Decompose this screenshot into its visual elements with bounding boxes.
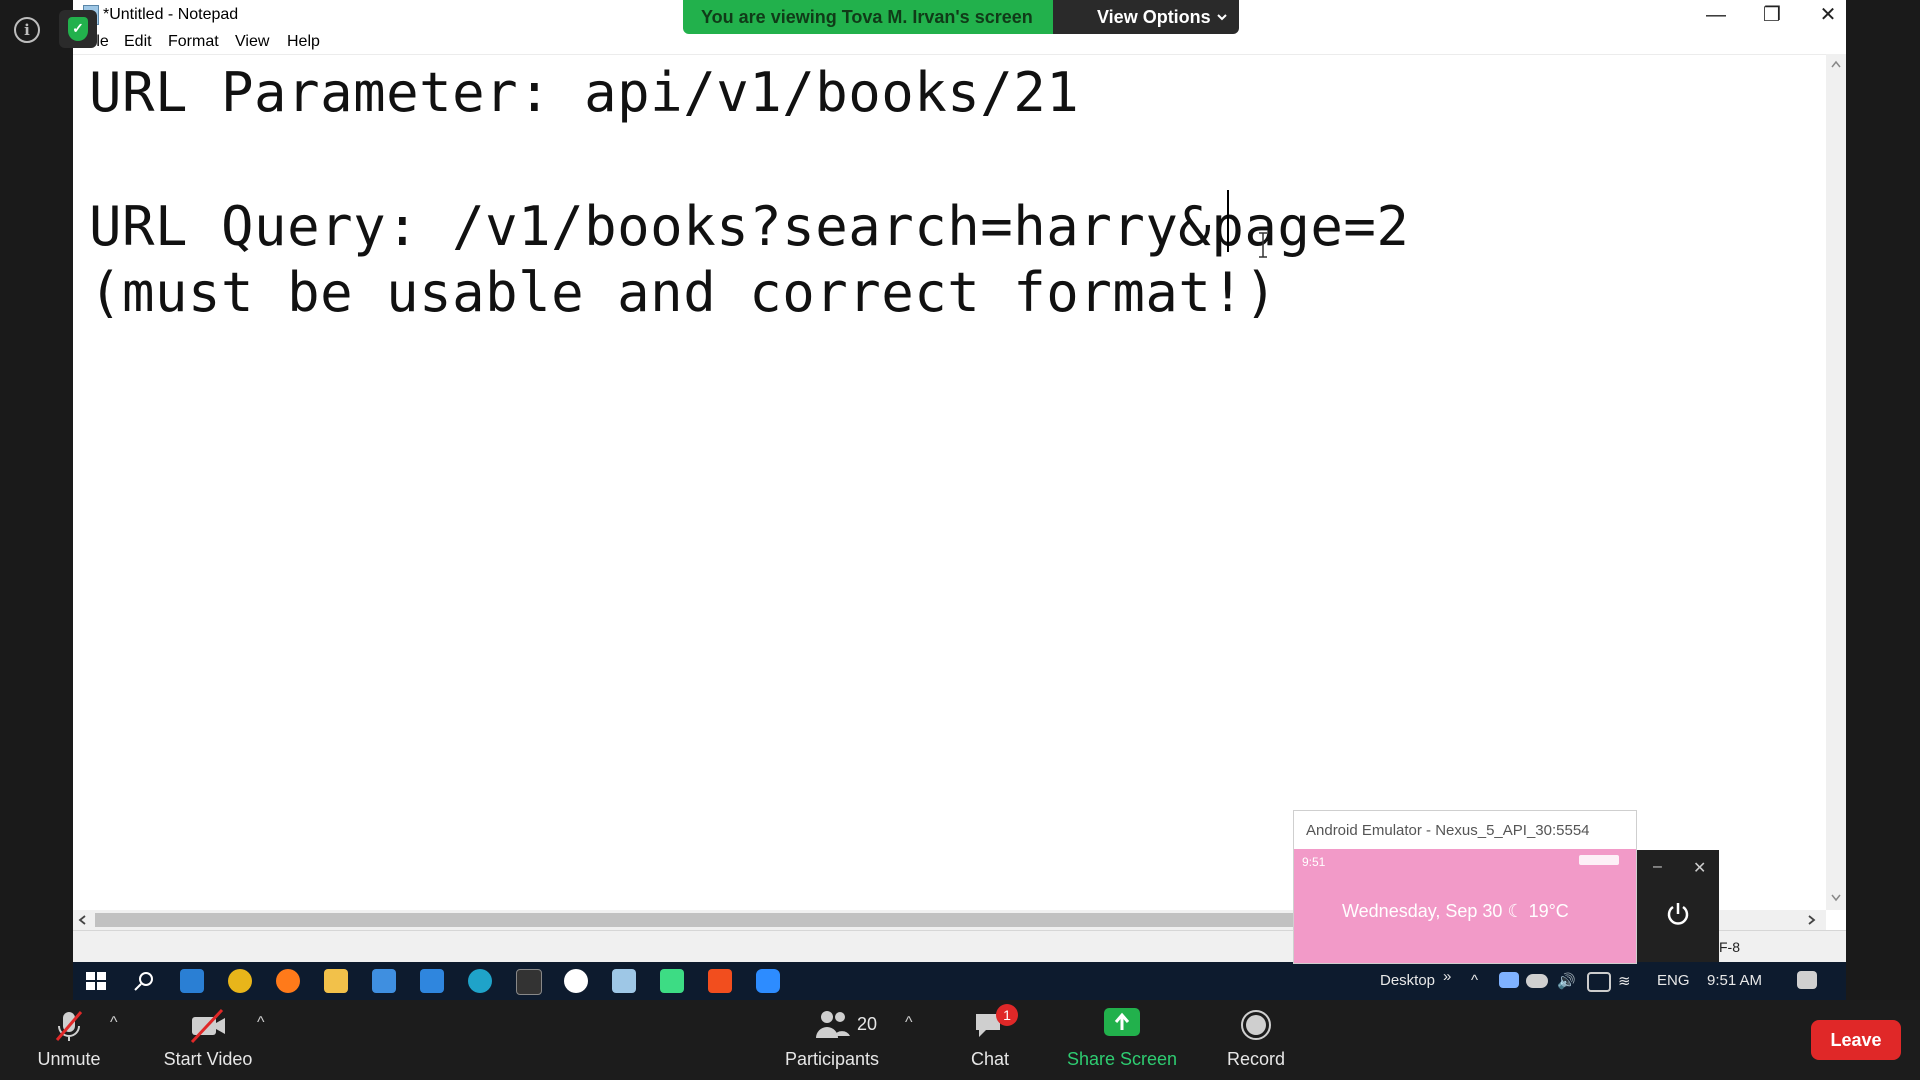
- chrome-icon[interactable]: [228, 969, 252, 993]
- windows-start-icon[interactable]: [84, 969, 108, 993]
- text-caret: [1227, 190, 1229, 252]
- minimize-icon[interactable]: —: [1688, 0, 1744, 30]
- menu-help[interactable]: Help: [287, 33, 320, 51]
- start-video-button[interactable]: Start Video: [150, 1000, 266, 1080]
- dropbox-icon[interactable]: [1499, 972, 1519, 988]
- participants-options-chevron-icon[interactable]: ^: [905, 1014, 913, 1032]
- firefox-icon[interactable]: [276, 969, 300, 993]
- participants-icon: [816, 1011, 850, 1038]
- mail-icon[interactable]: [420, 969, 444, 993]
- text-editor[interactable]: URL Parameter: api/v1/books/21 URL Query…: [73, 54, 1826, 911]
- record-icon: [1241, 1010, 1271, 1040]
- chat-label: Chat: [970, 1049, 1010, 1069]
- leave-button[interactable]: Leave: [1811, 1020, 1901, 1060]
- menu-view[interactable]: View: [235, 33, 269, 51]
- participants-label: Participants: [784, 1049, 880, 1069]
- desktop-toolbar-label[interactable]: Desktop: [1380, 972, 1435, 989]
- zoom-control-bar: Unmute ^ Start Video ^ 20 Participants ^…: [0, 1000, 1920, 1080]
- edge-icon[interactable]: [468, 969, 492, 993]
- screen-share-banner: You are viewing Tova M. Irvan's screen: [683, 0, 1053, 34]
- share-screen-icon: [1104, 1008, 1140, 1036]
- microphone-muted-icon: [55, 1011, 83, 1041]
- vertical-scrollbar[interactable]: [1826, 54, 1846, 910]
- unmute-label: Unmute: [37, 1049, 101, 1069]
- participants-count: 20: [857, 1014, 878, 1034]
- share-screen-label: Share Screen: [1066, 1049, 1178, 1069]
- taskbar-clock[interactable]: 9:51 AM: [1707, 972, 1762, 989]
- onedrive-icon[interactable]: [1526, 974, 1548, 988]
- info-icon[interactable]: i: [14, 17, 40, 43]
- menu-edit[interactable]: Edit: [124, 33, 152, 51]
- menu-format[interactable]: Format: [168, 33, 219, 51]
- zoom-app-icon[interactable]: [756, 969, 780, 993]
- power-icon[interactable]: [1664, 900, 1692, 928]
- close-icon[interactable]: ✕: [1693, 858, 1706, 878]
- github-desktop-icon[interactable]: [564, 969, 588, 993]
- search-icon[interactable]: [132, 969, 156, 993]
- chevron-up-icon[interactable]: ^: [1471, 972, 1478, 989]
- audio-options-chevron-icon[interactable]: ^: [110, 1014, 118, 1032]
- emulator-title: Android Emulator - Nexus_5_API_30:5554: [1306, 822, 1590, 839]
- emulator-date-weather: Wednesday, Sep 30 ☾ 19°C: [1342, 901, 1569, 921]
- close-icon[interactable]: ✕: [1800, 0, 1856, 30]
- chat-unread-badge: 1: [996, 1004, 1018, 1026]
- windows-taskbar: Desktop » ^ 🔊 ≋ ENG 9:51 AM: [73, 962, 1846, 1000]
- share-screen-button[interactable]: Share Screen: [1062, 1000, 1182, 1080]
- share-banner-text: You are viewing Tova M. Irvan's screen: [701, 7, 1033, 27]
- emulator-status-icons: [1579, 855, 1619, 865]
- zoom-left-strip: [0, 0, 73, 1000]
- editor-line-1: URL Parameter: api/v1/books/21: [89, 61, 1080, 124]
- participants-button[interactable]: 20 Participants: [776, 1000, 888, 1080]
- record-label: Record: [1226, 1049, 1286, 1069]
- ibeam-cursor-icon: [1259, 232, 1267, 258]
- android-studio-icon[interactable]: [660, 969, 684, 993]
- encoding-label: F-8: [1719, 939, 1740, 955]
- scroll-left-icon[interactable]: [78, 915, 86, 925]
- emulator-status-time: 9:51: [1302, 855, 1326, 869]
- network-icon[interactable]: ≋: [1618, 972, 1631, 990]
- file-explorer-icon[interactable]: [324, 969, 348, 993]
- video-options-chevron-icon[interactable]: ^: [257, 1014, 265, 1032]
- scroll-right-icon[interactable]: [1808, 915, 1816, 925]
- maximize-icon[interactable]: ❐: [1744, 0, 1800, 30]
- shield-check-icon: ✓: [68, 17, 88, 41]
- android-emulator-window[interactable]: Android Emulator - Nexus_5_API_30:5554 9…: [1293, 810, 1637, 964]
- notepad-taskbar-icon[interactable]: [612, 969, 636, 993]
- record-button[interactable]: Record: [1216, 1000, 1296, 1080]
- scroll-down-icon[interactable]: [1831, 894, 1841, 902]
- camera-off-icon: [190, 1008, 225, 1044]
- vscode-icon[interactable]: [180, 969, 204, 993]
- figma-icon[interactable]: [708, 969, 732, 993]
- minimize-icon[interactable]: –: [1653, 858, 1662, 876]
- editor-line-3: (must be usable and correct format!): [89, 261, 1278, 324]
- chevron-down-icon: [1217, 14, 1227, 21]
- chat-button[interactable]: Chat: [950, 1000, 1030, 1080]
- window-title: *Untitled - Notepad: [103, 6, 239, 23]
- scroll-thumb[interactable]: [95, 913, 1355, 927]
- view-options-label: View Options: [1097, 7, 1211, 27]
- terminal-icon[interactable]: [516, 969, 542, 995]
- volume-icon[interactable]: 🔊: [1557, 972, 1576, 990]
- notifications-icon[interactable]: [1797, 971, 1817, 989]
- language-indicator[interactable]: ENG: [1657, 972, 1690, 989]
- view-options-button[interactable]: View Options: [1053, 0, 1239, 34]
- editor-line-2: URL Query: /v1/books?search=harry&page=2: [89, 195, 1410, 258]
- emulator-side-panel: – ✕: [1637, 850, 1719, 962]
- store-icon[interactable]: [372, 969, 396, 993]
- unmute-button[interactable]: Unmute: [19, 1000, 119, 1080]
- chevron-right-icon[interactable]: »: [1443, 968, 1451, 985]
- emulator-screen[interactable]: 9:51 Wednesday, Sep 30 ☾ 19°C: [1294, 849, 1636, 963]
- security-shield-button[interactable]: ✓: [59, 10, 97, 48]
- start-video-label: Start Video: [163, 1049, 253, 1069]
- display-icon[interactable]: [1587, 972, 1611, 992]
- scroll-up-icon[interactable]: [1831, 60, 1841, 68]
